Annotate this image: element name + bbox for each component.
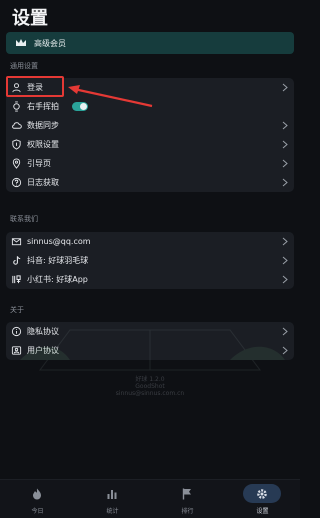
crown-icon bbox=[16, 39, 26, 46]
right-hand-swing-label: 右手挥拍 bbox=[27, 102, 59, 111]
xiaohongshu-icon bbox=[12, 275, 21, 284]
tab-label: 统计 bbox=[106, 508, 119, 515]
location-pin-icon bbox=[12, 158, 21, 169]
chevron-right-icon bbox=[282, 275, 288, 284]
tab-today[interactable]: 今日 bbox=[0, 480, 75, 518]
flame-icon bbox=[33, 488, 41, 500]
app-name-en: GoodShot bbox=[135, 383, 165, 390]
data-sync-label: 数据同步 bbox=[27, 121, 59, 130]
data-sync-row[interactable]: 数据同步 bbox=[6, 116, 294, 135]
annotation-highlight-box bbox=[6, 76, 64, 97]
tab-settings[interactable]: 设置 bbox=[225, 480, 300, 518]
guide-page-label: 引导页 bbox=[27, 159, 51, 168]
section-general-label: 通用设置 bbox=[10, 62, 38, 70]
permission-settings-label: 权限设置 bbox=[27, 140, 59, 149]
tiktok-label: 抖音: 好球羽毛球 bbox=[27, 256, 89, 265]
app-version: 好球 1.2.0 bbox=[135, 376, 165, 383]
annotation-arrow bbox=[68, 85, 153, 108]
tab-label: 今日 bbox=[31, 508, 44, 515]
chevron-right-icon bbox=[282, 178, 288, 187]
watch-icon bbox=[13, 101, 20, 112]
chevron-right-icon bbox=[282, 237, 288, 246]
log-export-label: 日志获取 bbox=[27, 178, 59, 187]
chevron-right-icon bbox=[282, 140, 288, 149]
xiaohongshu-label: 小红书: 好球App bbox=[27, 275, 88, 284]
chevron-right-icon bbox=[282, 256, 288, 265]
gear-icon bbox=[257, 489, 267, 499]
page-title: 设置 bbox=[12, 8, 48, 29]
premium-label: 高级会员 bbox=[34, 38, 66, 48]
mail-icon bbox=[11, 238, 22, 246]
shield-icon bbox=[12, 139, 21, 150]
section-contact-label: 联系我们 bbox=[10, 215, 38, 223]
tiktok-icon bbox=[13, 256, 21, 265]
flag-icon bbox=[182, 488, 191, 500]
chevron-right-icon bbox=[282, 121, 288, 130]
chevron-right-icon bbox=[282, 159, 288, 168]
tab-label: 设置 bbox=[256, 508, 269, 515]
help-circle-icon bbox=[11, 177, 22, 188]
tab-ranking[interactable]: 排行 bbox=[150, 480, 225, 518]
email-label: sinnus@qq.com bbox=[27, 237, 91, 246]
permission-settings-row[interactable]: 权限设置 bbox=[6, 135, 294, 154]
email-row[interactable]: sinnus@qq.com bbox=[6, 232, 294, 251]
app-version-info: 好球 1.2.0 GoodShot sinnus@sinnus.com.cn bbox=[0, 376, 300, 397]
premium-membership-banner[interactable]: 高级会员 bbox=[6, 32, 294, 54]
contact-card: sinnus@qq.com 抖音: 好球羽毛球 小红书: 好球App bbox=[6, 232, 294, 289]
guide-page-row[interactable]: 引导页 bbox=[6, 154, 294, 173]
chevron-right-icon bbox=[282, 83, 288, 92]
app-contact-footer: sinnus@sinnus.com.cn bbox=[115, 390, 185, 397]
log-export-row[interactable]: 日志获取 bbox=[6, 173, 294, 192]
xiaohongshu-row[interactable]: 小红书: 好球App bbox=[6, 270, 294, 289]
cloud-icon bbox=[12, 122, 22, 129]
tiktok-row[interactable]: 抖音: 好球羽毛球 bbox=[6, 251, 294, 270]
tab-statistics[interactable]: 统计 bbox=[75, 480, 150, 518]
bottom-tab-bar: 今日 统计 排行 设置 bbox=[0, 479, 300, 518]
tab-label: 排行 bbox=[181, 508, 194, 515]
bar-chart-icon bbox=[107, 490, 117, 499]
